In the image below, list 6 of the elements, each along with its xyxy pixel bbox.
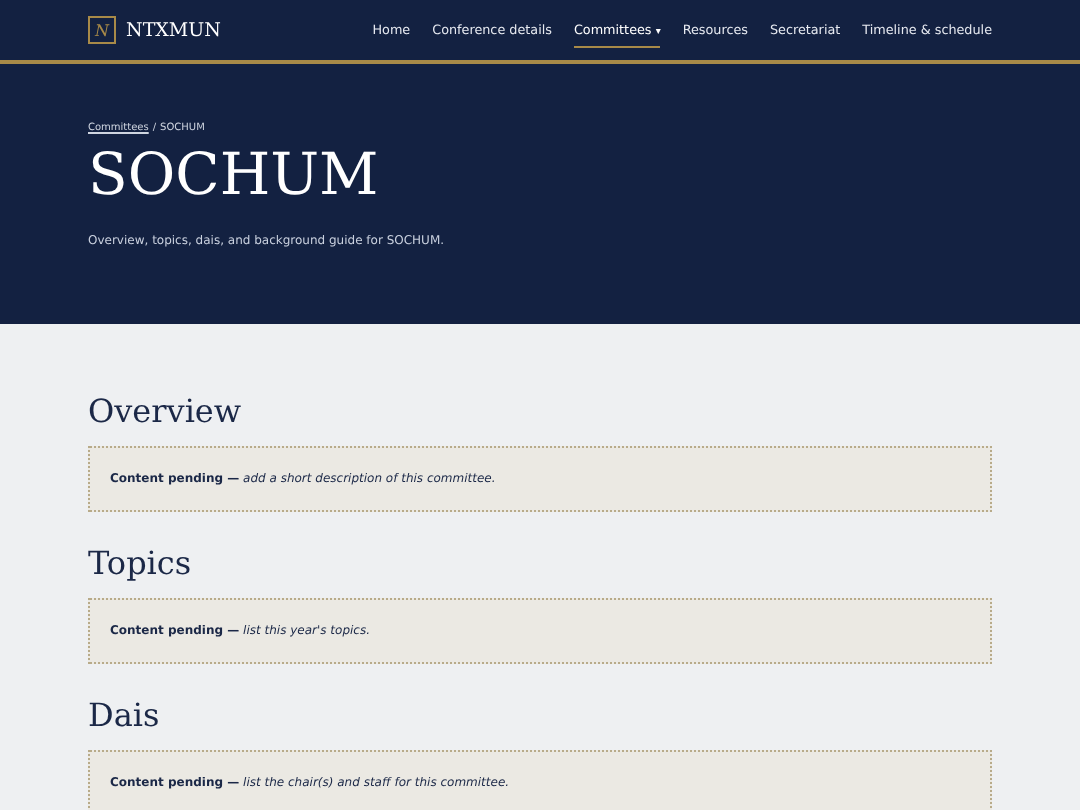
section-heading: Dais: [88, 696, 162, 734]
logo-mark: N: [88, 16, 116, 44]
page-title: SOCHUM: [88, 140, 381, 208]
site-name[interactable]: NTXMUN: [126, 19, 221, 41]
section-heading: Overview: [88, 392, 244, 430]
section-heading: Topics: [88, 544, 194, 582]
